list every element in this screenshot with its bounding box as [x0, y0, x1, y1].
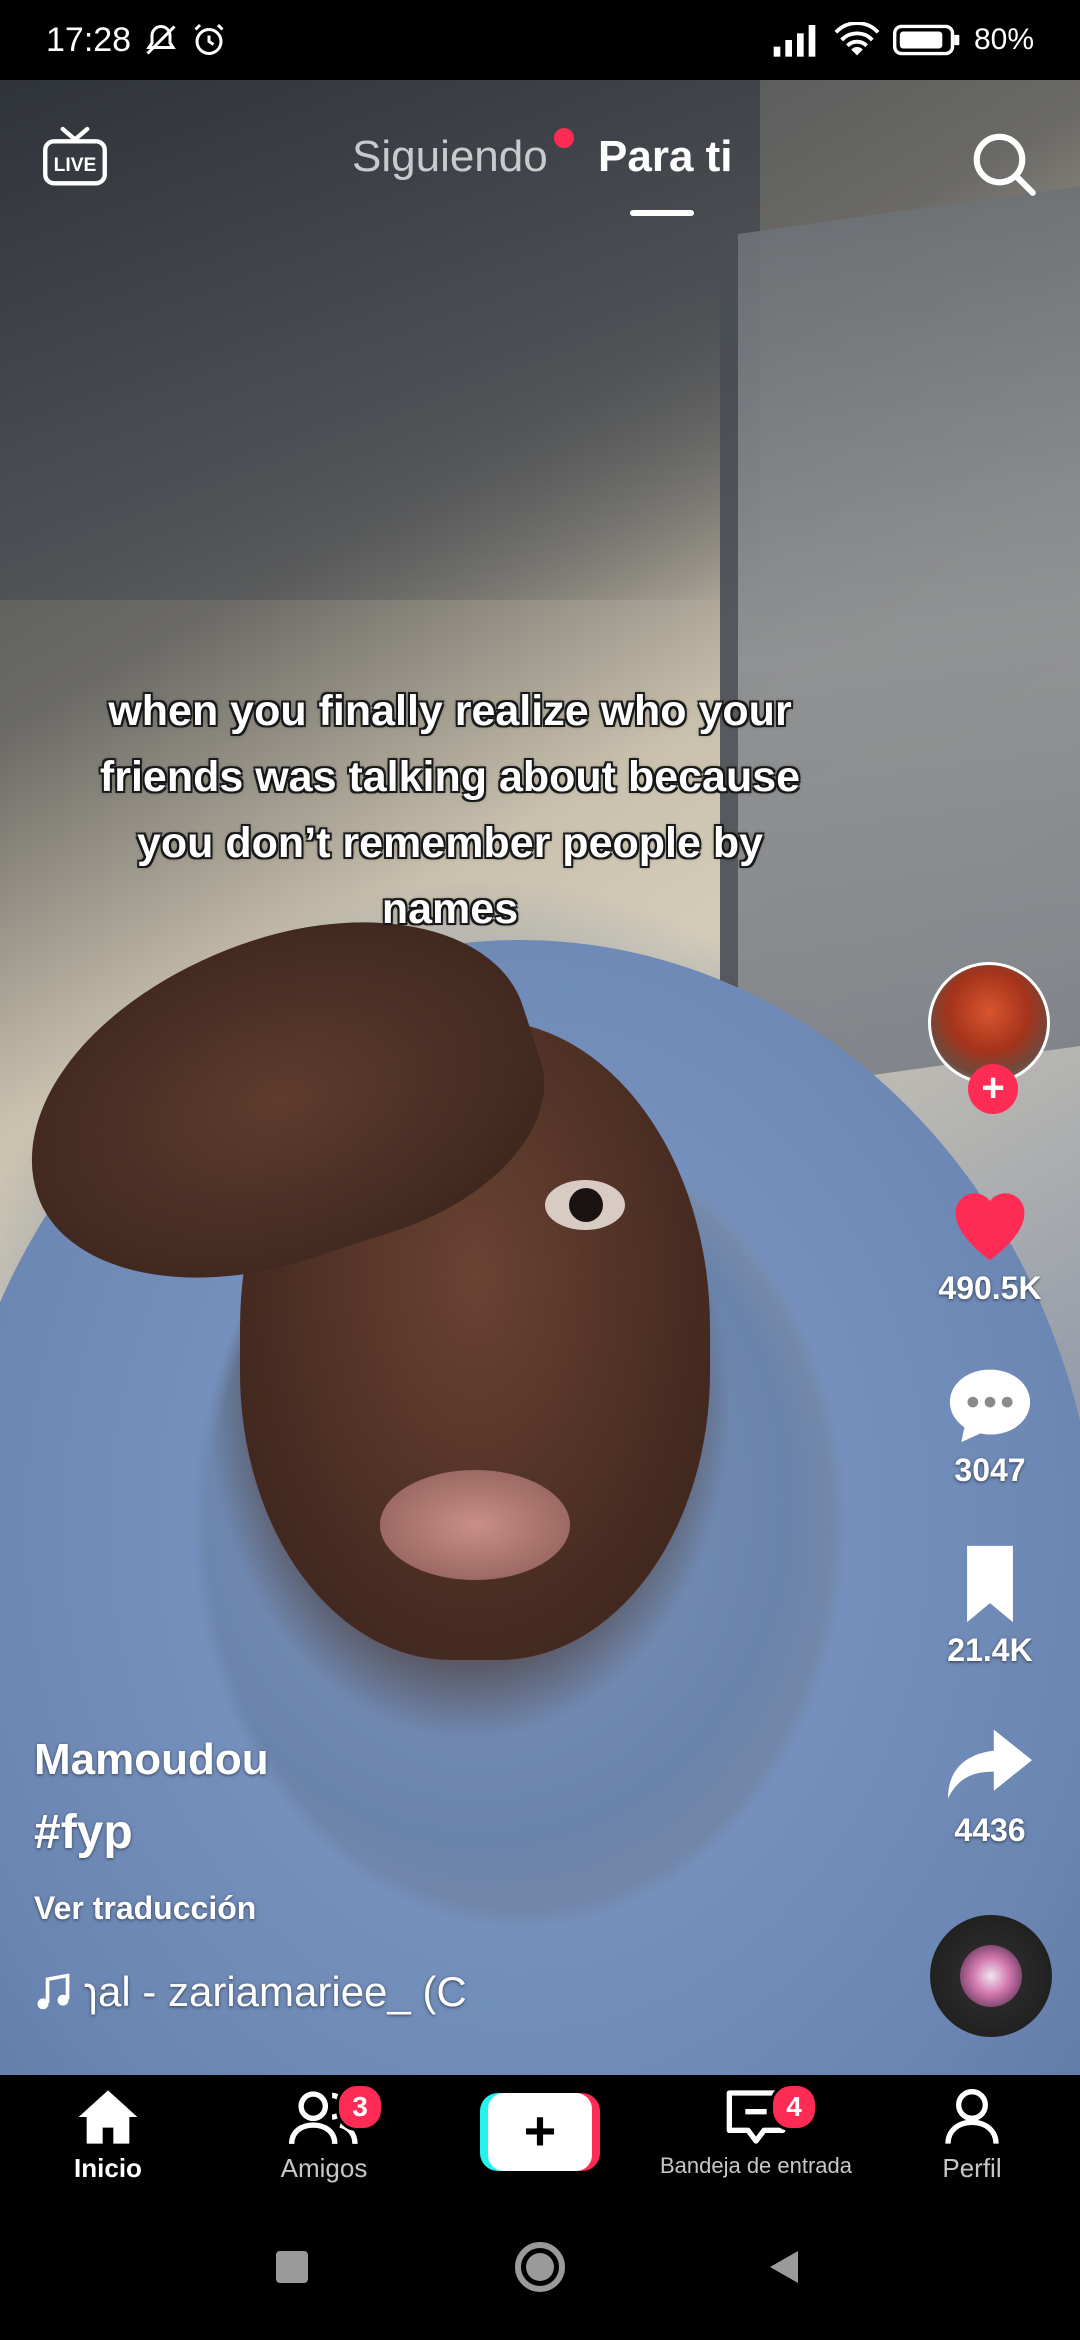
home-icon	[78, 2090, 138, 2144]
comment-button[interactable]: 3047	[920, 1362, 1060, 1489]
status-bar: 17:28 80%	[0, 0, 1080, 80]
svg-text:LIVE: LIVE	[54, 155, 97, 176]
save-button[interactable]: 21.4K	[920, 1542, 1060, 1669]
video-window	[720, 183, 1080, 1097]
top-nav: LIVE Siguiendo Para ti	[0, 110, 1080, 230]
create-button[interactable]: +	[480, 2093, 600, 2171]
wifi-icon	[834, 22, 880, 56]
nav-profile-label: Perfil	[942, 2153, 1002, 2183]
creator-avatar-group: +	[928, 962, 1054, 1122]
sound-title: ɿal - zariamariee_ (C	[84, 1968, 467, 2015]
sound-marquee[interactable]: ɿal - zariamariee_ (C	[34, 1964, 594, 2020]
recent-apps-icon[interactable]	[272, 2247, 312, 2287]
nav-home[interactable]: Inicio	[8, 2087, 208, 2184]
video-hashtag[interactable]: #fyp	[34, 1798, 854, 1868]
share-arrow-icon	[948, 1729, 1032, 1799]
video-info: Mamoudou #fyp Ver traducción ɿal - zaria…	[34, 1730, 854, 2020]
bell-off-icon	[146, 24, 176, 55]
video-eye-right	[545, 1180, 625, 1230]
music-disc-icon[interactable]	[930, 1915, 1052, 2037]
save-count: 21.4K	[947, 1632, 1033, 1668]
nav-friends-label: Amigos	[280, 2153, 368, 2183]
battery-percent: 80%	[973, 23, 1034, 56]
heart-icon	[955, 1193, 1025, 1261]
back-triangle-icon[interactable]	[764, 2247, 804, 2287]
share-count: 4436	[954, 1812, 1026, 1848]
bottom-nav: Inicio Amigos 3 + Bandeja de entrada 4 P…	[0, 2075, 1080, 2205]
nav-friends[interactable]: Amigos 3	[224, 2083, 424, 2184]
tab-following[interactable]: Siguiendo	[352, 132, 548, 182]
tab-for-you[interactable]: Para ti	[598, 132, 733, 182]
creator-username[interactable]: Mamoudou	[34, 1730, 854, 1790]
following-notification-dot	[554, 128, 574, 148]
see-translation-link[interactable]: Ver traducción	[34, 1886, 854, 1930]
create-plus-icon: +	[488, 2093, 592, 2171]
nav-inbox-label: Bandeja de entrada	[659, 2153, 853, 2178]
profile-icon	[945, 2089, 999, 2144]
bookmark-icon	[967, 1545, 1013, 1623]
inbox-badge: 4	[770, 2083, 818, 2131]
comment-icon	[949, 1369, 1031, 1443]
music-note-icon	[37, 1973, 70, 2010]
nav-inbox[interactable]: Bandeja de entrada 4	[656, 2083, 856, 2179]
follow-plus-icon[interactable]: +	[968, 1064, 1018, 1114]
friends-badge: 3	[336, 2083, 384, 2131]
alarm-icon	[194, 23, 224, 55]
like-count: 490.5K	[938, 1270, 1042, 1306]
signal-icon	[773, 25, 816, 57]
system-nav-bar	[0, 2205, 1080, 2340]
battery-icon	[892, 24, 960, 56]
status-right: 80%	[772, 22, 1034, 58]
nav-profile[interactable]: Perfil	[872, 2087, 1072, 2184]
status-time: 17:28	[46, 20, 132, 59]
comment-count: 3047	[954, 1452, 1026, 1488]
share-button[interactable]: 4436	[920, 1722, 1060, 1849]
nav-home-label: Inicio	[74, 2153, 142, 2183]
like-button[interactable]: 490.5K	[920, 1180, 1060, 1307]
tab-active-indicator	[630, 210, 694, 216]
home-circle-icon[interactable]	[512, 2239, 568, 2295]
status-left: 17:28	[46, 21, 227, 60]
video-mouth	[380, 1470, 570, 1580]
search-icon[interactable]	[968, 128, 1038, 198]
live-tv-icon[interactable]: LIVE	[40, 122, 110, 192]
video-text-overlay: when you finally realize who your friend…	[99, 687, 801, 933]
